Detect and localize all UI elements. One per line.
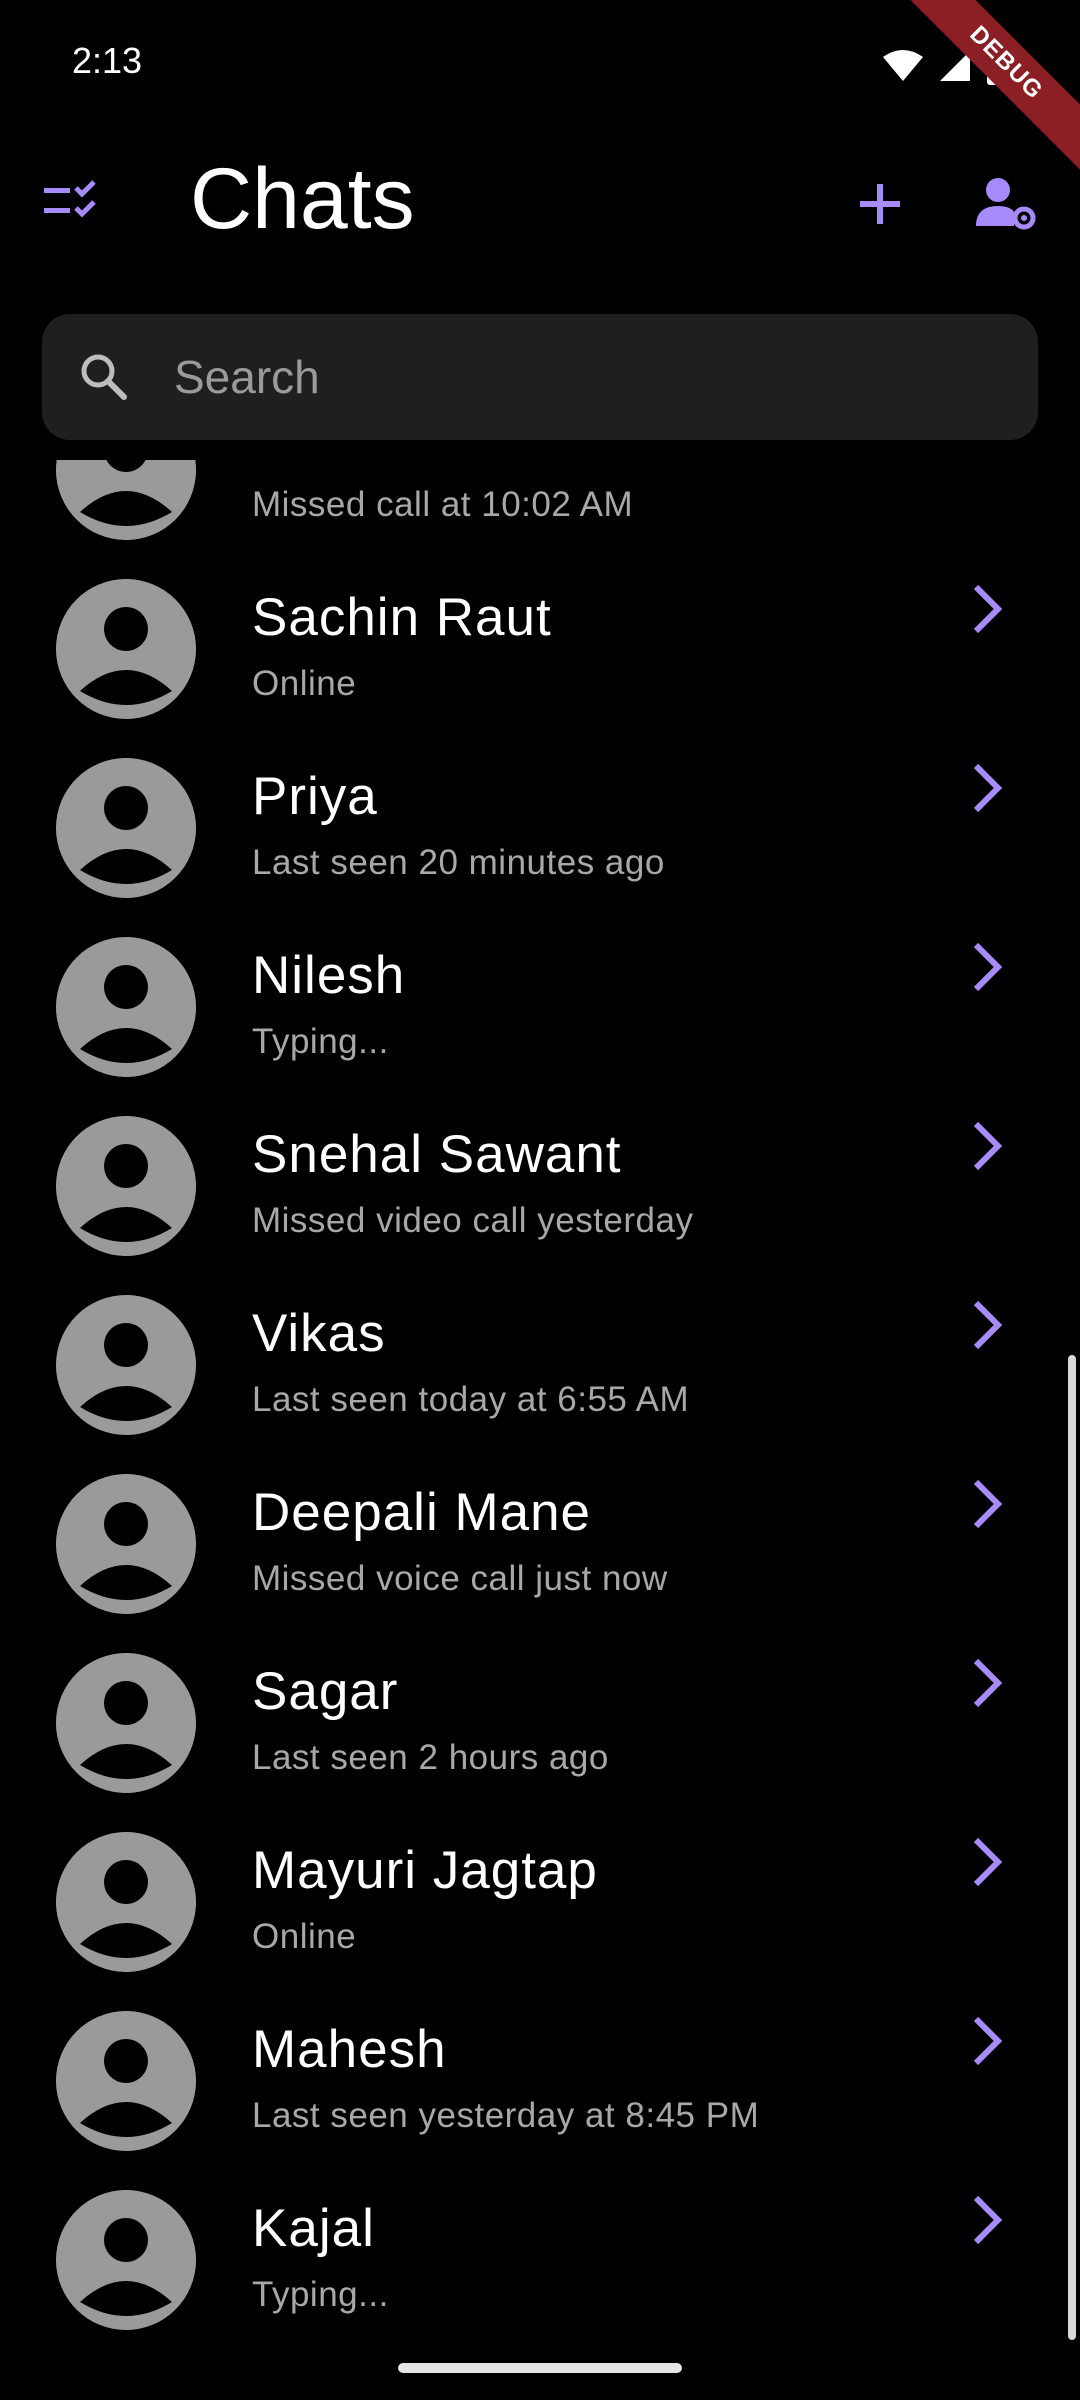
chevron-right-icon[interactable] bbox=[966, 939, 1010, 995]
chat-row[interactable]: Sachin Raut Online bbox=[0, 559, 1080, 738]
chat-status: Missed call at 10:02 AM bbox=[252, 485, 634, 524]
chat-name: Deepali Mane bbox=[252, 1483, 592, 1542]
chat-status: Online bbox=[252, 1917, 357, 1956]
chat-status: Last seen today at 6:55 AM bbox=[252, 1380, 690, 1419]
chat-status: Typing... bbox=[252, 2275, 389, 2314]
chevron-right-icon[interactable] bbox=[966, 760, 1010, 816]
chat-name: Kajal bbox=[252, 2199, 375, 2258]
chat-row[interactable]: Sagar Last seen 2 hours ago bbox=[0, 1633, 1080, 1812]
chat-name: Mayuri Jagtap bbox=[252, 1841, 598, 1900]
chat-name: Snehal Sawant bbox=[252, 1125, 622, 1184]
chevron-right-icon[interactable] bbox=[966, 1297, 1010, 1353]
person-placeholder-icon bbox=[56, 2190, 196, 2330]
chat-row[interactable]: Nilesh Typing... bbox=[0, 917, 1080, 1096]
chevron-right-icon[interactable] bbox=[966, 2013, 1010, 2069]
chat-row[interactable]: Snehal Sawant Missed video call yesterday bbox=[0, 1096, 1080, 1275]
chat-name: Mahesh bbox=[252, 2020, 447, 2079]
user-settings-icon[interactable] bbox=[976, 176, 1036, 232]
chat-row[interactable]: Mayuri Jagtap Online bbox=[0, 1812, 1080, 1991]
chat-name: Sachin Raut bbox=[252, 588, 552, 647]
person-placeholder-icon bbox=[56, 937, 196, 1077]
chat-status: Typing... bbox=[252, 1022, 389, 1061]
chat-row[interactable]: Deepali Mane Missed voice call just now bbox=[0, 1454, 1080, 1633]
search-input[interactable] bbox=[172, 349, 932, 405]
chat-name: Nilesh bbox=[252, 946, 406, 1005]
status-bar: 2:13 bbox=[0, 0, 1080, 130]
person-placeholder-icon bbox=[56, 579, 196, 719]
status-time: 2:13 bbox=[72, 40, 143, 81]
person-placeholder-icon bbox=[56, 460, 196, 540]
chevron-right-icon[interactable] bbox=[966, 1834, 1010, 1890]
chat-name: Sagar bbox=[252, 1662, 399, 1721]
chat-status: Last seen 2 hours ago bbox=[252, 1738, 609, 1777]
chat-row[interactable]: Kajal Typing... bbox=[0, 2170, 1080, 2349]
person-placeholder-icon bbox=[56, 1474, 196, 1614]
chevron-right-icon[interactable] bbox=[966, 1655, 1010, 1711]
chevron-right-icon[interactable] bbox=[966, 1118, 1010, 1174]
person-placeholder-icon bbox=[56, 1116, 196, 1256]
person-placeholder-icon bbox=[56, 1653, 196, 1793]
chat-row[interactable]: Mahesh Last seen yesterday at 8:45 PM bbox=[0, 1991, 1080, 2170]
chevron-right-icon[interactable] bbox=[966, 1476, 1010, 1532]
chat-list-content: Missed call at 10:02 AM Sachin Raut Online… bbox=[0, 460, 1080, 2349]
chat-status: Missed voice call just now bbox=[252, 1559, 668, 1598]
chevron-right-icon[interactable] bbox=[966, 2192, 1010, 2248]
chat-name: Vikas bbox=[252, 1304, 386, 1363]
checklist-icon[interactable] bbox=[42, 176, 104, 232]
chat-status: Last seen 20 minutes ago bbox=[252, 843, 665, 882]
chat-row[interactable]: Missed call at 10:02 AM bbox=[0, 460, 1080, 559]
wifi-icon bbox=[883, 50, 923, 81]
search-bar[interactable] bbox=[42, 314, 1038, 440]
home-indicator[interactable] bbox=[398, 2363, 682, 2373]
app-bar: Chats bbox=[0, 130, 1080, 280]
chat-row[interactable]: Priya Last seen 20 minutes ago bbox=[0, 738, 1080, 917]
add-icon[interactable] bbox=[856, 180, 904, 228]
page-title: Chats bbox=[190, 151, 415, 247]
scrollbar[interactable] bbox=[1068, 1355, 1076, 2340]
chat-status: Last seen yesterday at 8:45 PM bbox=[252, 2096, 760, 2135]
person-placeholder-icon bbox=[56, 1295, 196, 1435]
chevron-right-icon[interactable] bbox=[966, 581, 1010, 637]
person-placeholder-icon bbox=[56, 758, 196, 898]
person-placeholder-icon bbox=[56, 2011, 196, 2151]
chat-row[interactable]: Vikas Last seen today at 6:55 AM bbox=[0, 1275, 1080, 1454]
chat-status: Missed video call yesterday bbox=[252, 1201, 694, 1240]
person-placeholder-icon bbox=[56, 1832, 196, 1972]
search-icon bbox=[81, 354, 127, 400]
chat-name: Priya bbox=[252, 767, 378, 826]
chat-status: Online bbox=[252, 664, 357, 703]
chat-list[interactable]: Missed call at 10:02 AM Sachin Raut Online… bbox=[0, 460, 1080, 2350]
